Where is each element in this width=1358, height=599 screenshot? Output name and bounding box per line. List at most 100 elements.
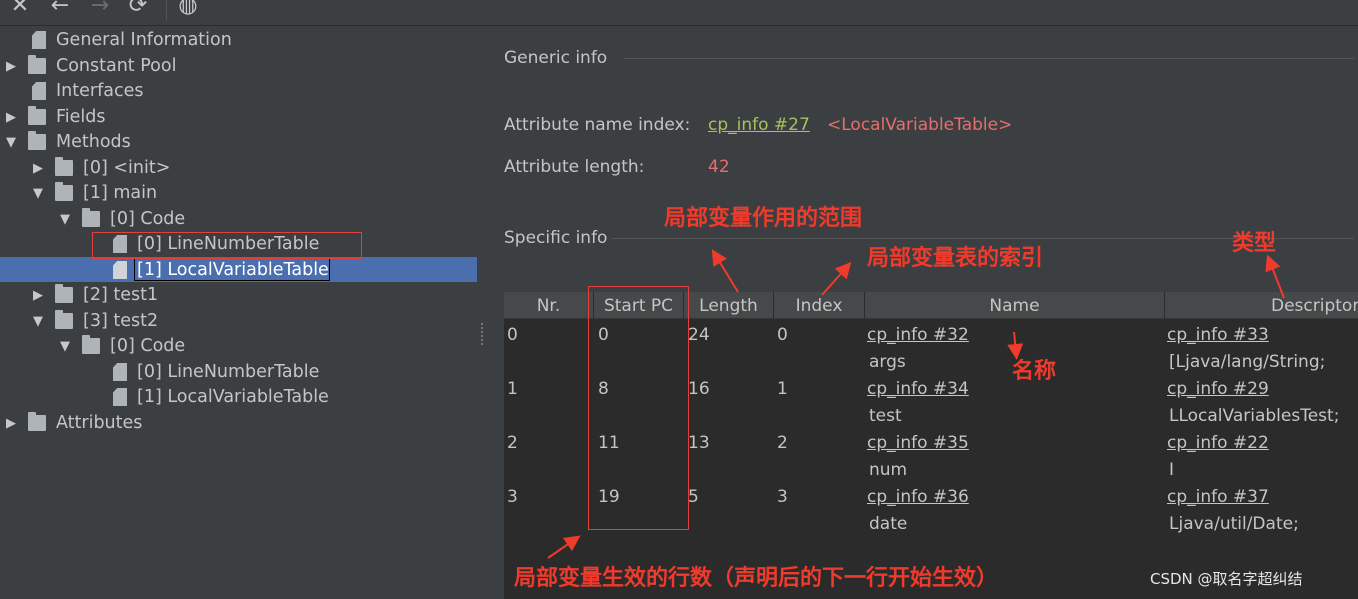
cell-name: args <box>869 352 906 372</box>
annotation-table-index: 局部变量表的索引 <box>867 246 1044 271</box>
cell-nr: 3 <box>507 487 518 507</box>
collapse-arrow-icon[interactable]: ▼ <box>58 207 72 232</box>
collapse-arrow-icon[interactable]: ▼ <box>4 130 18 155</box>
file-icon <box>113 261 127 279</box>
tree-node-label: Constant Pool <box>56 56 177 76</box>
toolbar-separator <box>166 0 167 20</box>
cell-name-link[interactable]: cp_info #32 <box>867 325 969 345</box>
folder-icon <box>55 310 73 329</box>
column-header-nr[interactable]: Nr. <box>504 292 594 319</box>
cell-nr: 2 <box>507 433 518 453</box>
tree-node-label: Methods <box>56 132 131 152</box>
tree-node-test2-local-variable-table[interactable]: [1] LocalVariableTable <box>0 385 477 410</box>
cell-name: test <box>869 406 902 426</box>
cell-descriptor-link[interactable]: cp_info #33 <box>1167 325 1269 345</box>
tree-node-main-code[interactable]: ▼ [0] Code <box>0 207 477 232</box>
cell-descriptor: LLocalVariablesTest; <box>1169 406 1340 426</box>
tree-node-attributes[interactable]: ▶ Attributes <box>0 411 477 436</box>
column-header-index[interactable]: Index <box>774 292 865 319</box>
attribute-length-value: 42 <box>708 157 730 177</box>
specific-info-title: Specific info <box>504 228 608 248</box>
tree-node-main[interactable]: ▼ [1] main <box>0 181 477 206</box>
annotation-box-selected-node <box>92 232 362 259</box>
folder-icon <box>55 157 73 176</box>
tree-node-main-local-variable-table[interactable]: [1] LocalVariableTable <box>0 258 477 283</box>
cell-descriptor-link[interactable]: cp_info #37 <box>1167 487 1269 507</box>
expand-arrow-icon[interactable]: ▶ <box>4 54 18 79</box>
cell-name-link[interactable]: cp_info #36 <box>867 487 969 507</box>
tree-node-constant-pool[interactable]: ▶ Constant Pool <box>0 54 477 79</box>
cell-nr: 1 <box>507 379 518 399</box>
folder-icon <box>28 106 46 125</box>
tree-node-label: [0] Code <box>110 336 186 356</box>
tree-node-label: [1] main <box>83 183 158 203</box>
file-icon <box>32 82 46 100</box>
folder-icon <box>55 284 73 303</box>
annotation-type: 类型 <box>1232 231 1277 256</box>
arrow-index <box>821 262 852 296</box>
column-header-descriptor[interactable]: Descriptor <box>1165 292 1358 319</box>
cell-index: 3 <box>777 487 788 507</box>
cell-descriptor-link[interactable]: cp_info #29 <box>1167 379 1269 399</box>
tree-node-test1[interactable]: ▶ [2] test1 <box>0 283 477 308</box>
tree-node-test2-code[interactable]: ▼ [0] Code <box>0 334 477 359</box>
generic-info-title: Generic info <box>504 48 608 68</box>
attribute-length-label: Attribute length: <box>504 157 645 177</box>
folder-icon <box>28 412 46 431</box>
attribute-name-index-label: Attribute name index: <box>504 115 691 135</box>
file-icon <box>113 363 127 381</box>
cell-nr: 0 <box>507 325 518 345</box>
tree-node-fields[interactable]: ▶ Fields <box>0 105 477 130</box>
refresh-icon[interactable]: ⟳ <box>126 0 150 18</box>
cell-length: 24 <box>688 325 710 345</box>
tree-node-init[interactable]: ▶ [0] <init> <box>0 156 477 181</box>
globe-icon[interactable]: ◍ <box>176 0 200 18</box>
cell-name-link[interactable]: cp_info #34 <box>867 379 969 399</box>
annotation-scope: 局部变量作用的范围 <box>664 206 863 231</box>
column-header-name[interactable]: Name <box>865 292 1165 319</box>
tree-node-label: [1] LocalVariableTable <box>137 260 329 280</box>
collapse-arrow-icon[interactable]: ▼ <box>31 309 45 334</box>
folder-icon <box>82 335 100 354</box>
cell-length: 16 <box>688 379 710 399</box>
expand-arrow-icon[interactable]: ▶ <box>4 105 18 130</box>
expand-arrow-icon[interactable]: ▶ <box>4 411 18 436</box>
annotation-effective-line: 局部变量生效的行数（声明后的下一行开始生效） <box>514 566 999 591</box>
cell-index: 0 <box>777 325 788 345</box>
column-header-length[interactable]: Length <box>684 292 774 319</box>
tree-node-label: General Information <box>56 30 232 50</box>
file-icon <box>113 388 127 406</box>
forward-icon[interactable]: → <box>88 0 112 18</box>
cell-length: 5 <box>688 487 699 507</box>
expand-arrow-icon[interactable]: ▶ <box>31 283 45 308</box>
toolbar: ✕ ← → ⟳ ◍ <box>0 0 1358 26</box>
tree-node-label: [0] LineNumberTable <box>137 362 320 382</box>
tree-node-label: Fields <box>56 107 106 127</box>
cell-index: 2 <box>777 433 788 453</box>
cell-name: date <box>869 514 908 534</box>
collapse-arrow-icon[interactable]: ▼ <box>58 334 72 359</box>
folder-icon <box>28 55 46 74</box>
tree-node-test2[interactable]: ▼ [3] test2 <box>0 309 477 334</box>
attribute-name-index-value: <LocalVariableTable> <box>827 115 1013 135</box>
tree-node-general-information[interactable]: General Information <box>0 28 477 53</box>
tree-node-label: [0] <init> <box>83 158 171 178</box>
cell-descriptor: I <box>1169 460 1175 480</box>
tree-node-interfaces[interactable]: Interfaces <box>0 79 477 104</box>
attribute-name-index-link[interactable]: cp_info #27 <box>708 115 810 135</box>
cell-name-link[interactable]: cp_info #35 <box>867 433 969 453</box>
tree-node-label: [2] test1 <box>83 285 159 305</box>
tree-node-label: Attributes <box>56 413 143 433</box>
tree-node-methods[interactable]: ▼ Methods <box>0 130 477 155</box>
close-icon[interactable]: ✕ <box>8 0 32 18</box>
folder-icon <box>82 208 100 227</box>
watermark: CSDN @取名字超纠结 <box>1150 570 1303 588</box>
tree-node-label: [3] test2 <box>83 311 159 331</box>
splitter-handle[interactable] <box>481 323 485 345</box>
cell-descriptor-link[interactable]: cp_info #22 <box>1167 433 1269 453</box>
collapse-arrow-icon[interactable]: ▼ <box>31 181 45 206</box>
back-icon[interactable]: ← <box>48 0 72 18</box>
tree-node-test2-line-number-table[interactable]: [0] LineNumberTable <box>0 360 477 385</box>
expand-arrow-icon[interactable]: ▶ <box>31 156 45 181</box>
annotation-name: 名称 <box>1012 359 1057 384</box>
